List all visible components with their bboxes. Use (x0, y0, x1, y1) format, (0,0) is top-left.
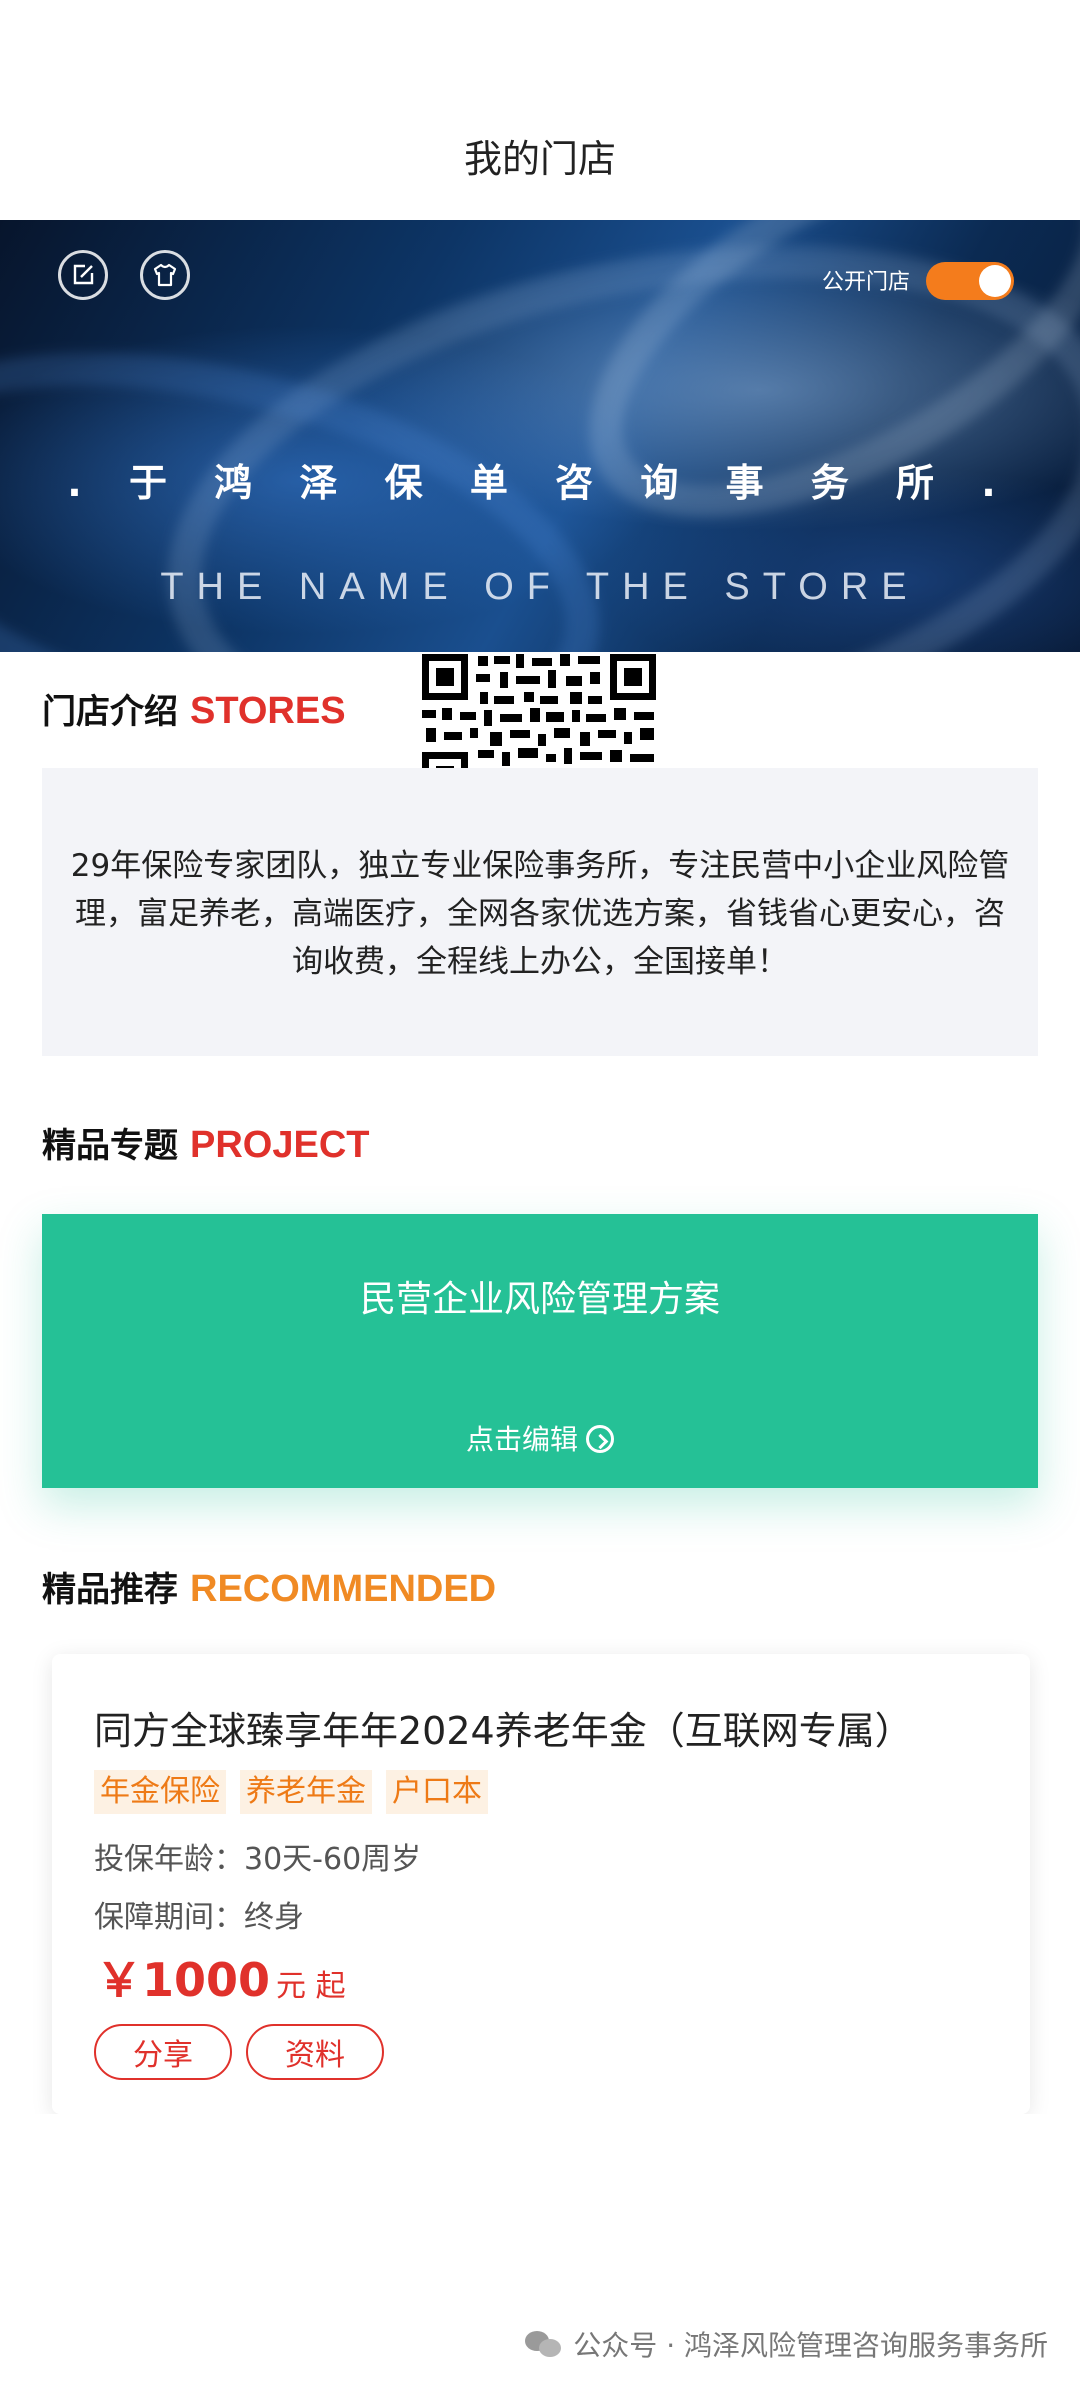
store-intro-box: 29年保险专家团队，独立专业保险事务所，专注民营中小企业风险管理，富足养老，高端… (42, 768, 1038, 1056)
project-card-title: 民营企业风险管理方案 (359, 1279, 720, 1320)
store-name: . 于 鸿 泽 保 单 咨 询 事 务 所 . (67, 461, 1013, 505)
stores-title-cn: 门店介绍 (42, 692, 178, 732)
stores-title-en: STORES (190, 690, 346, 732)
share-button[interactable]: 分享 (94, 2024, 232, 2080)
toggle-knob (979, 265, 1011, 297)
product-name: 同方全球臻享年年2024养老年金（互联网专属） (94, 1709, 913, 1753)
product-tag: 户口本 (386, 1770, 488, 1814)
product-card[interactable]: 同方全球臻享年年2024养老年金（互联网专属） 年金保险 养老年金 户口本 投保… (52, 1654, 1030, 2114)
product-tag: 年金保险 (94, 1770, 226, 1814)
info-button[interactable]: 资料 (246, 2024, 384, 2080)
theme-shirt-icon[interactable] (140, 250, 190, 300)
product-price: ￥1000 元 起 (96, 1944, 346, 2010)
project-title-cn: 精品专题 (42, 1126, 178, 1166)
stores-section-heading: 门店介绍 STORES (42, 684, 346, 733)
page-title: 我的门店 (463, 137, 616, 181)
recommended-section-heading: 精品推荐 RECOMMENDED (42, 1562, 496, 1611)
project-edit-label: 点击编辑 (465, 1423, 578, 1456)
coverage-period: 保障期间：终身 (94, 1900, 304, 1935)
watermark: 公众号 · 鸿泽风险管理咨询服务事务所 (525, 2324, 1048, 2364)
store-subtitle: THE NAME OF THE STORE (160, 566, 920, 608)
price-amount: ￥1000 (96, 1953, 271, 2007)
project-section-heading: 精品专题 PROJECT (42, 1118, 369, 1167)
product-tags: 年金保险 养老年金 户口本 (94, 1770, 488, 1814)
insured-age: 投保年龄：30天-60周岁 (94, 1842, 422, 1877)
wechat-icon (525, 2329, 563, 2359)
product-tag: 养老年金 (240, 1770, 372, 1814)
arrow-right-circle-icon (586, 1425, 614, 1453)
store-banner: 公开门店 . 于 鸿 泽 保 单 咨 询 事 务 所 . THE NAME OF… (0, 220, 1080, 652)
recommended-title-cn: 精品推荐 (42, 1570, 178, 1610)
public-store-toggle[interactable] (926, 262, 1014, 300)
public-store-label: 公开门店 (821, 270, 910, 295)
project-edit-button[interactable]: 点击编辑 (42, 1418, 1038, 1458)
price-unit: 元 起 (276, 1969, 346, 2004)
edit-icon[interactable] (58, 250, 108, 300)
product-actions: 分享 资料 (94, 2024, 384, 2080)
project-card[interactable]: 民营企业风险管理方案 点击编辑 (42, 1214, 1038, 1488)
top-bar: 我的门店 (0, 0, 1080, 220)
store-intro-text: 29年保险专家团队，独立专业保险事务所，专注民营中小企业风险管理，富足养老，高端… (70, 848, 1010, 980)
watermark-text: 公众号 · 鸿泽风险管理咨询服务事务所 (573, 2329, 1048, 2362)
recommended-title-en: RECOMMENDED (190, 1568, 497, 1610)
project-title-en: PROJECT (190, 1124, 370, 1166)
